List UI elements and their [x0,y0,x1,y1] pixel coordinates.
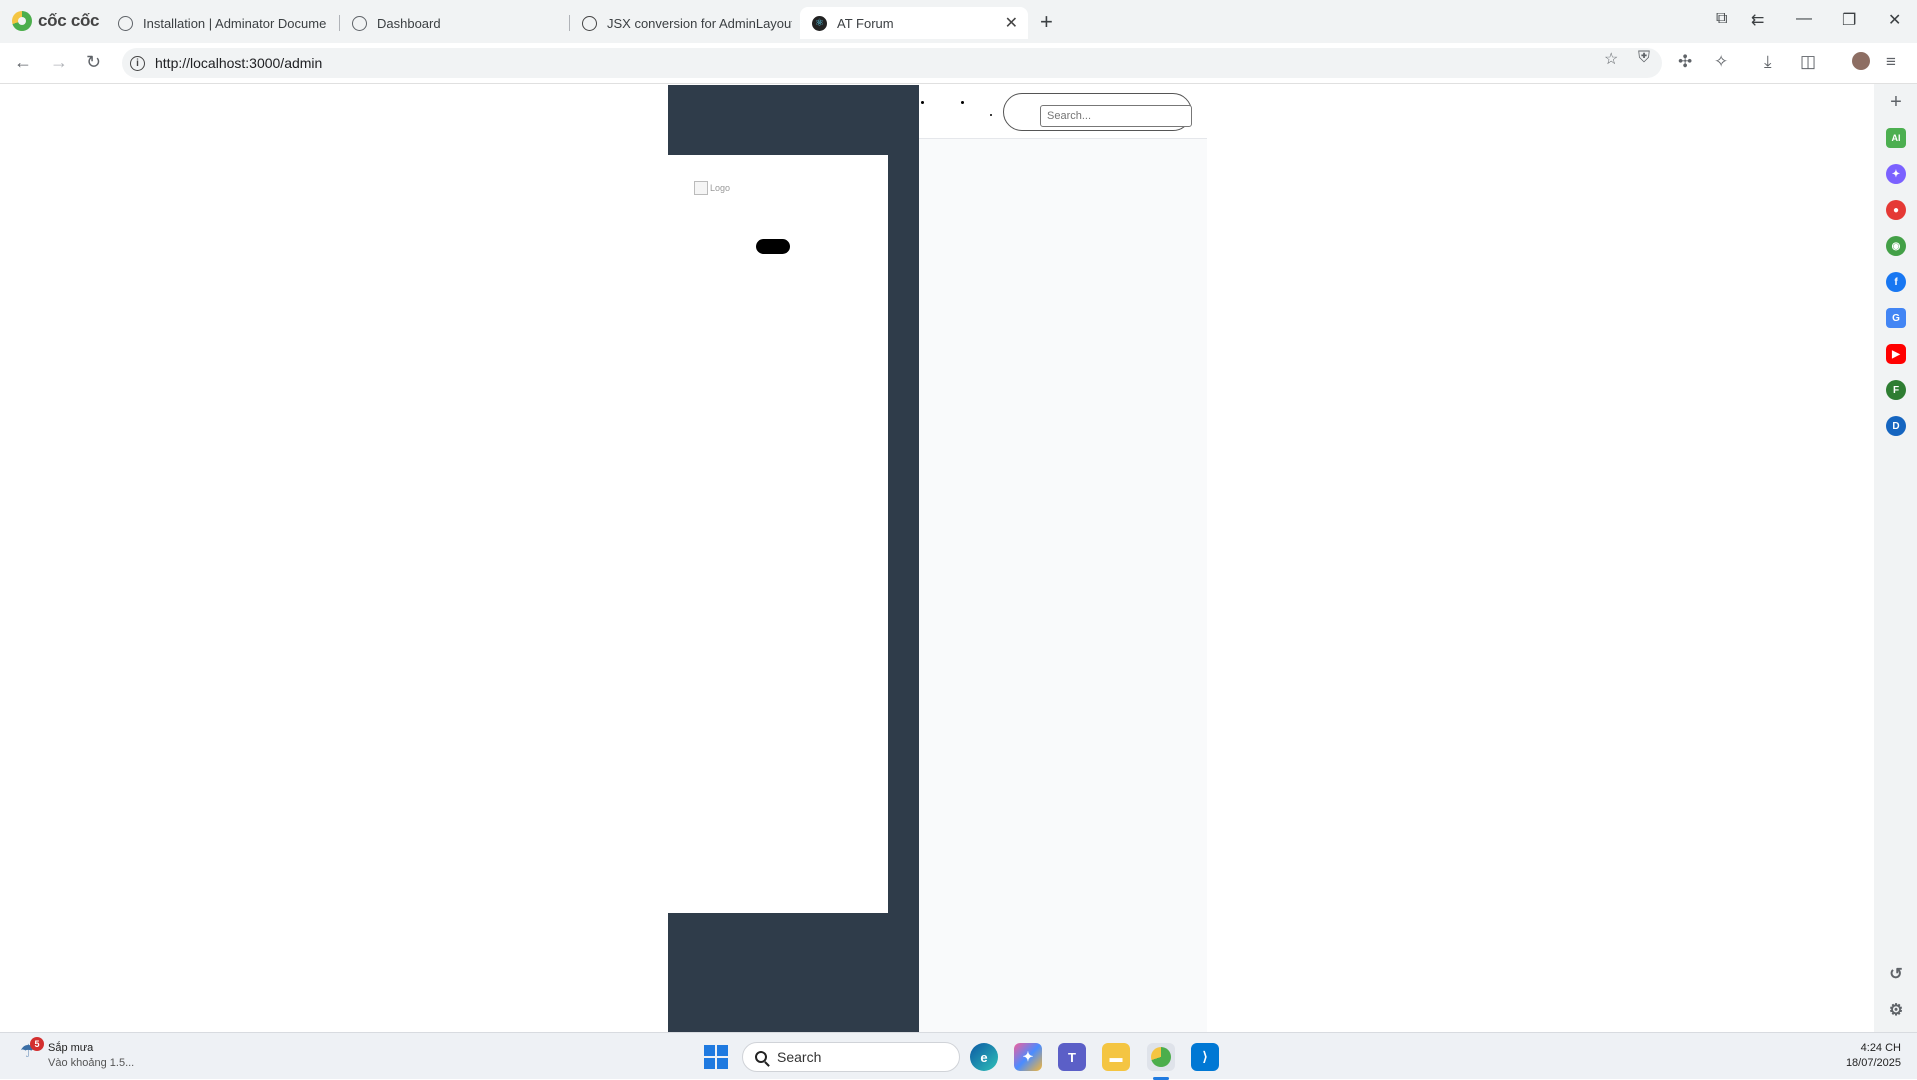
nav-bullet [921,101,924,104]
system-clock[interactable]: 4:24 CH 18/07/2025 [1846,1041,1901,1071]
weather-widget[interactable]: ☂ 5 Sắp mưa Vào khoảng 1.5... [20,1037,135,1071]
browser-brand[interactable]: cốc cốc [12,11,100,31]
chatgpt-icon [582,15,597,31]
minimize-button[interactable]: — [1796,10,1812,28]
search-box [1003,93,1192,131]
screen-capture-icon[interactable]: ⧉ [1716,10,1727,28]
tab-jsx-conversion[interactable]: JSX conversion for AdminLayout [570,7,792,39]
weather-title: Sắp mưa [48,1042,94,1054]
tab-title: Installation | Adminator Docume [143,15,327,31]
vscode-icon[interactable]: ⟩ [1191,1043,1219,1071]
teams-icon[interactable]: T [1058,1043,1086,1071]
menu-icon[interactable]: ≡ [1886,52,1896,72]
copilot-icon[interactable]: ✦ [1014,1043,1042,1071]
file-explorer-icon[interactable]: ▬ [1102,1043,1130,1071]
coccoc-logo-icon [12,11,32,31]
notification-badge: 5 [30,1037,44,1051]
ai-icon[interactable]: AI [1886,128,1906,148]
split-view-icon[interactable]: ◫ [1800,52,1816,72]
close-window-button[interactable]: ✕ [1888,10,1901,30]
browser-side-rail: + AI ✦ ● ◉ f G ▶ F D ↺ ⚙ [1874,84,1917,1032]
gamepad-icon[interactable]: ◉ [1886,236,1906,256]
url-text[interactable]: http://localhost:3000/admin [155,55,322,71]
profile-f-icon[interactable]: F [1886,380,1906,400]
umbrella-icon: ☂ 5 [20,1037,44,1063]
globe-icon [352,15,367,31]
clock-date: 18/07/2025 [1845,1057,1901,1069]
notification-icon[interactable]: ● [1886,200,1906,220]
restore-button[interactable]: ❐ [1842,10,1856,30]
sidebar-toggle-button[interactable] [756,239,790,254]
extensions-puzzle-icon[interactable]: ✧ [1714,52,1728,72]
address-bar[interactable]: i http://localhost:3000/admin [122,48,1662,78]
clock-time: 4:24 CH [1860,1042,1901,1054]
browser-toolbar: ← → ↻ i http://localhost:3000/admin ☆ ⛨ … [0,43,1917,84]
profile-avatar[interactable] [1852,52,1870,70]
reload-button[interactable]: ↻ [86,52,101,73]
messenger-icon[interactable]: ✦ [1886,164,1906,184]
forward-button[interactable]: → [50,52,68,73]
windows-taskbar: ☂ 5 Sắp mưa Vào khoảng 1.5... Search e ✦… [0,1032,1917,1080]
coccoc-taskbar-icon[interactable] [1147,1043,1175,1071]
extension-icon[interactable]: ✣ [1678,52,1692,72]
tab-title: JSX conversion for AdminLayout [607,15,792,31]
main-content [919,139,1207,1032]
tab-installation[interactable]: Installation | Adminator Docume [106,7,338,39]
new-tab-button[interactable]: + [1040,9,1053,35]
search-input[interactable] [1040,105,1192,127]
close-tab-icon[interactable]: ✕ [1005,13,1018,33]
site-info-icon[interactable]: i [130,55,145,71]
browser-tab-strip: cốc cốc Installation | Adminator Docume … [0,0,1917,43]
taskbar-search-label: Search [777,1049,822,1065]
add-panel-icon[interactable]: + [1886,91,1906,113]
tab-dashboard[interactable]: Dashboard [340,7,570,39]
shield-icon[interactable]: ⛨ [1638,49,1650,67]
broken-image-icon [694,181,708,195]
translate-icon[interactable]: G [1886,308,1906,328]
bookmark-star-icon[interactable]: ☆ [1604,49,1618,69]
logo-alt-text: Logo [710,183,731,193]
search-icon [755,1051,767,1063]
history-icon[interactable]: ↺ [1886,964,1906,984]
download-icon[interactable]: ⤓ [1764,52,1772,72]
facebook-icon[interactable]: f [1886,272,1906,292]
tab-search-icon[interactable]: ⇇ [1751,10,1764,30]
brand-name: cốc cốc [38,11,100,30]
logo-image[interactable]: Logo [694,181,730,195]
edge-icon[interactable]: e [970,1043,998,1071]
youtube-icon[interactable]: ▶ [1886,344,1906,364]
settings-icon[interactable]: ⚙ [1886,1000,1906,1020]
start-button[interactable] [704,1045,728,1069]
back-button[interactable]: ← [14,52,32,73]
nav-bullet [961,101,964,104]
taskbar-search[interactable]: Search [742,1042,960,1072]
tab-at-forum[interactable]: ⚛ AT Forum ✕ [800,7,1028,39]
react-icon: ⚛ [812,15,827,31]
tab-title: AT Forum [837,15,894,31]
profile-d-icon[interactable]: D [1886,416,1906,436]
globe-icon [118,15,133,31]
sidebar-panel [668,155,888,913]
web-page: Logo [0,85,1874,1032]
weather-subtitle: Vào khoảng 1.5... [48,1057,135,1069]
nav-bullet [990,114,992,116]
tab-title: Dashboard [377,15,441,31]
